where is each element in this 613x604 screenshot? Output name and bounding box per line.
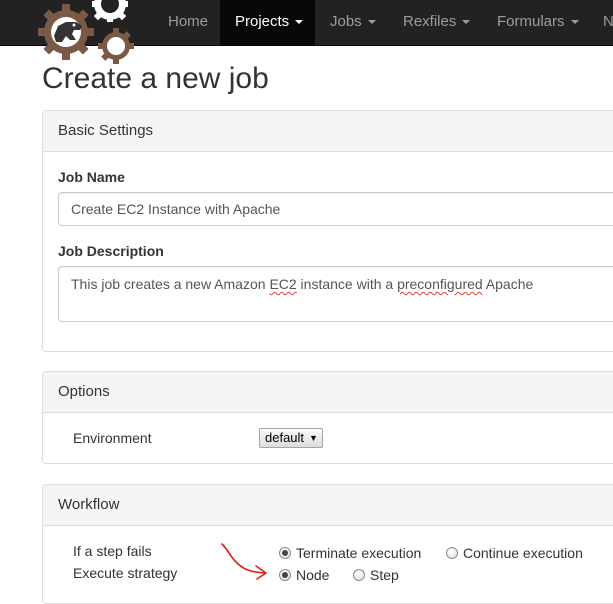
- description-text: instance with a: [296, 276, 398, 292]
- radio-unchecked-icon: [353, 569, 365, 581]
- description-text: Apache: [482, 276, 534, 292]
- nav-formulars[interactable]: Formulars: [497, 0, 579, 46]
- workflow-panel: Workflow If a step fails Terminate execu…: [42, 484, 613, 604]
- chevron-down-icon: [367, 20, 376, 25]
- nav-rexfiles-label: Rexfiles: [403, 13, 457, 30]
- execute-strategy-label: Execute strategy: [73, 565, 178, 581]
- nav-jobs-label: Jobs: [330, 13, 362, 30]
- environment-label: Environment: [73, 430, 152, 446]
- environment-select[interactable]: default ▼: [259, 428, 323, 448]
- radio-step-label: Step: [370, 567, 399, 583]
- job-description-textarea[interactable]: This job creates a new Amazon EC2 instan…: [58, 266, 613, 322]
- radio-continue-label: Continue execution: [463, 545, 583, 561]
- radio-node[interactable]: Node: [279, 567, 329, 583]
- rex-logo-icon[interactable]: [36, 0, 146, 70]
- workflow-heading: Workflow: [43, 485, 613, 526]
- radio-terminate-label: Terminate execution: [296, 545, 422, 561]
- job-name-input[interactable]: [58, 192, 613, 226]
- job-description-label: Job Description: [58, 243, 164, 259]
- nav-projects-label: Projects: [235, 13, 290, 30]
- nav-jobs[interactable]: Jobs: [330, 0, 376, 46]
- annotation-arrow-icon: [221, 543, 267, 580]
- radio-checked-icon: [279, 569, 291, 581]
- basic-settings-heading: Basic Settings: [43, 111, 613, 152]
- nav-more-label: N: [603, 13, 613, 30]
- radio-checked-icon: [279, 547, 291, 559]
- gear-icon: [38, 0, 134, 64]
- radio-continue-execution[interactable]: Continue execution: [446, 545, 583, 561]
- description-text: EC2: [269, 276, 297, 292]
- nav-more[interactable]: N: [603, 0, 613, 46]
- nav-projects[interactable]: Projects: [220, 0, 315, 46]
- nav-formulars-label: Formulars: [497, 13, 565, 30]
- description-text: This job creates a new Amazon: [71, 276, 270, 292]
- radio-unchecked-icon: [446, 547, 458, 559]
- basic-settings-panel: Basic Settings Job Name Job Description …: [42, 110, 613, 352]
- environment-select-value: default: [265, 430, 305, 445]
- chevron-down-icon: [462, 20, 471, 25]
- options-panel: Options Environment default ▼: [42, 371, 613, 464]
- radio-terminate-execution[interactable]: Terminate execution: [279, 545, 421, 561]
- chevron-down-icon: ▼: [309, 433, 318, 443]
- radio-step[interactable]: Step: [353, 567, 399, 583]
- nav-home[interactable]: Home: [168, 0, 208, 46]
- step-fails-label: If a step fails: [73, 543, 152, 559]
- options-heading: Options: [43, 372, 613, 413]
- nav-rexfiles[interactable]: Rexfiles: [403, 0, 471, 46]
- chevron-down-icon: [570, 20, 579, 25]
- description-text: preconfigured: [397, 276, 483, 292]
- chevron-down-icon: [295, 20, 304, 25]
- nav-home-label: Home: [168, 13, 209, 30]
- job-name-label: Job Name: [58, 169, 125, 185]
- radio-node-label: Node: [296, 567, 330, 583]
